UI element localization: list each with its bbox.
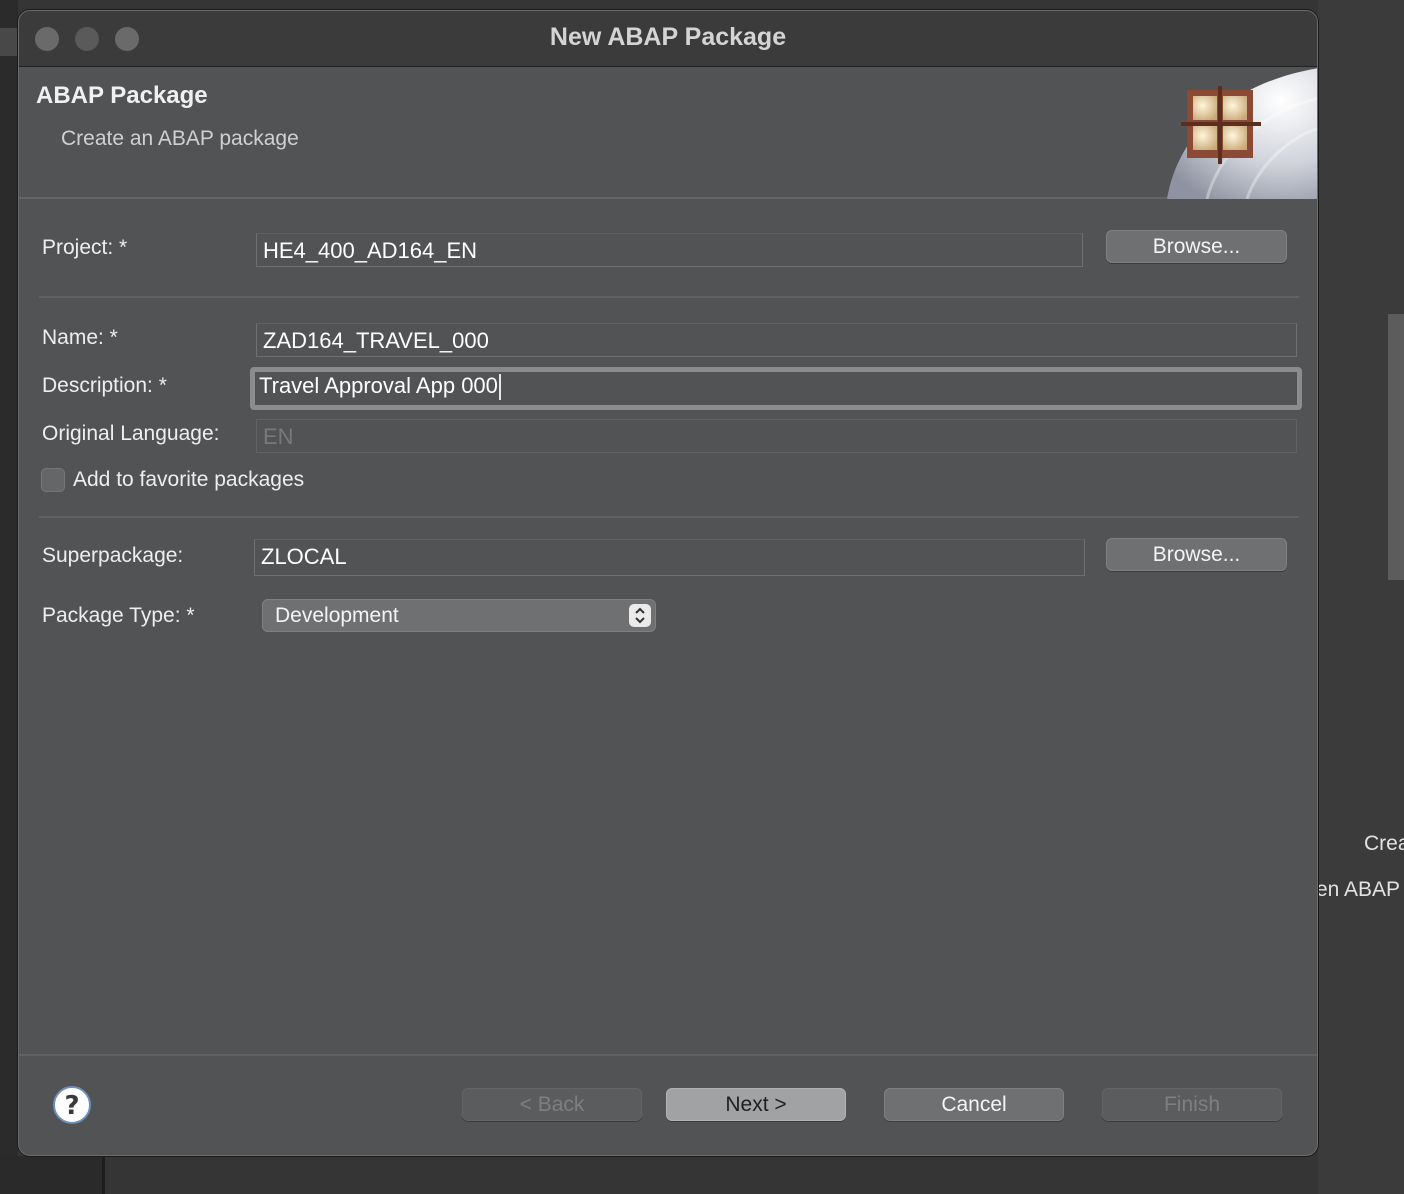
- background-right-panel: [1318, 0, 1404, 1194]
- cancel-button[interactable]: Cancel: [884, 1088, 1064, 1121]
- package-type-select[interactable]: Development: [262, 599, 656, 632]
- project-label: Project: *: [42, 236, 128, 259]
- package-wizard-icon: [1167, 68, 1317, 199]
- package-type-label: Package Type: *: [42, 604, 195, 627]
- window-title: New ABAP Package: [549, 23, 787, 51]
- superpackage-field[interactable]: ZLOCAL: [254, 539, 1085, 576]
- name-field[interactable]: ZAD164_TRAVEL_000: [256, 323, 1297, 357]
- description-field[interactable]: Travel Approval App 000: [250, 367, 1302, 410]
- original-language-label: Original Language:: [42, 422, 220, 445]
- background-text: Crea: [1364, 832, 1404, 855]
- window-titlebar: New ABAP Package: [19, 11, 1317, 67]
- package-type-selected: Development: [275, 604, 399, 627]
- original-language-field: EN: [256, 419, 1297, 453]
- svg-text:?: ?: [64, 1091, 79, 1121]
- back-button[interactable]: < Back: [462, 1088, 642, 1121]
- background-text: en ABAP: [1316, 878, 1401, 901]
- background-left-tab: [0, 28, 18, 56]
- project-field[interactable]: HE4_400_AD164_EN: [256, 233, 1083, 267]
- wizard-banner: ABAP Package Create an ABAP package: [19, 68, 1317, 199]
- background-bottom-panel: [0, 1156, 104, 1194]
- description-label: Description: *: [42, 374, 167, 397]
- new-abap-package-dialog: New ABAP Package ABAP Package Create an …: [18, 10, 1318, 1156]
- text-caret: [498, 374, 501, 401]
- background-scrollbar[interactable]: [1388, 314, 1404, 580]
- footer-separator: [19, 1054, 1317, 1056]
- background-left-strip: [0, 0, 18, 1194]
- finish-button[interactable]: Finish: [1102, 1088, 1282, 1121]
- question-circle-icon[interactable]: ?: [52, 1085, 92, 1125]
- separator: [39, 516, 1299, 518]
- project-browse-button[interactable]: Browse...: [1106, 230, 1287, 263]
- add-to-favorites-checkbox[interactable]: [41, 468, 65, 492]
- superpackage-label: Superpackage:: [42, 544, 184, 567]
- background-divider: [102, 1156, 105, 1194]
- wizard-page-title: ABAP Package: [36, 82, 208, 109]
- name-label: Name: *: [42, 326, 118, 349]
- add-to-favorites-label[interactable]: Add to favorite packages: [73, 468, 304, 492]
- select-arrows-icon: [629, 604, 651, 627]
- superpackage-browse-button[interactable]: Browse...: [1106, 538, 1287, 571]
- wizard-page-subtitle: Create an ABAP package: [61, 127, 299, 150]
- description-field-text: Travel Approval App 000: [259, 373, 498, 398]
- next-button[interactable]: Next >: [666, 1088, 846, 1121]
- separator: [39, 296, 1299, 298]
